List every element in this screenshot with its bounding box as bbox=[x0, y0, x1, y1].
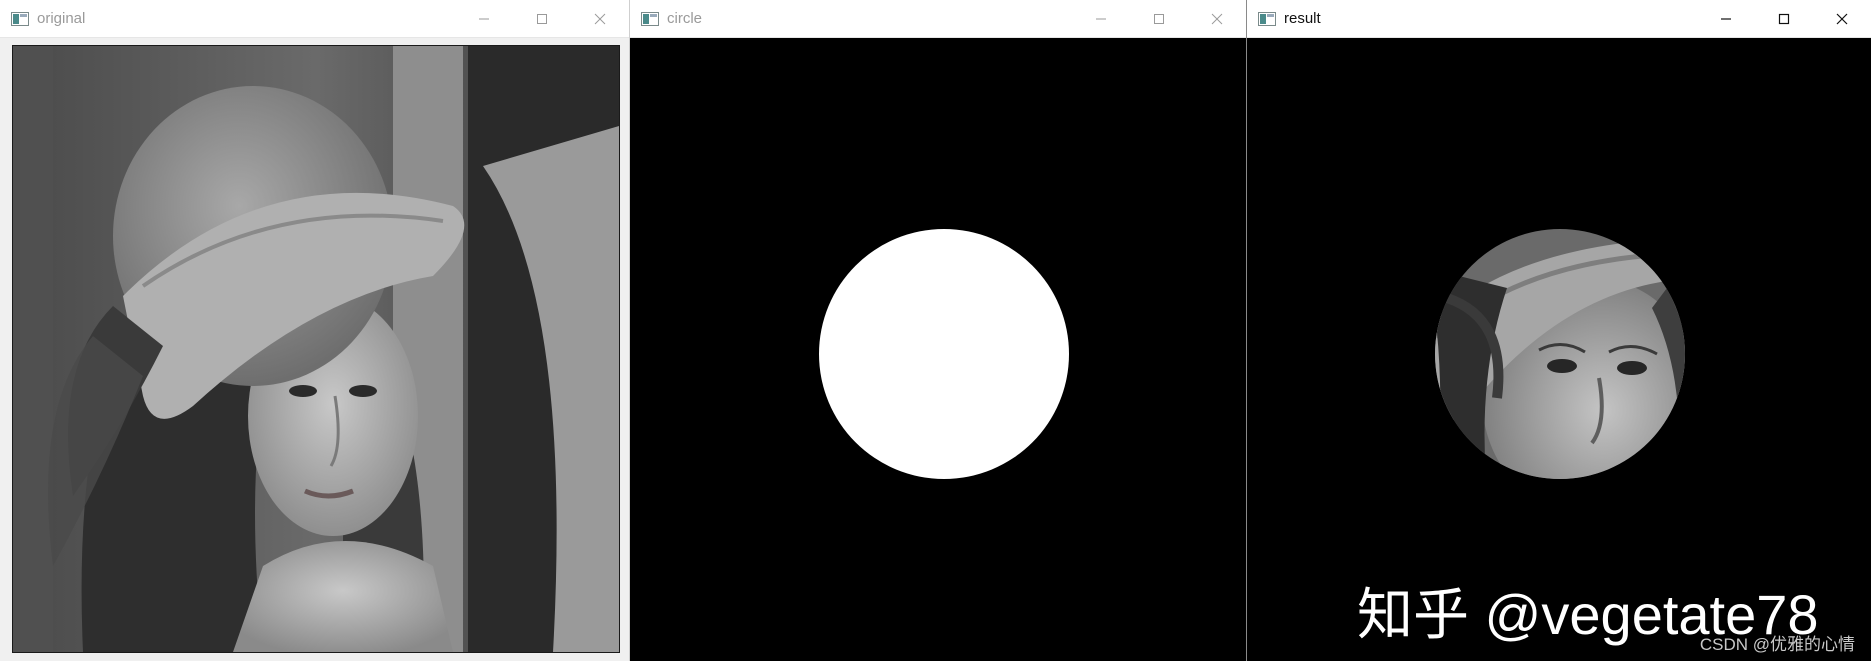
maximize-icon bbox=[1154, 13, 1164, 24]
credit-text: CSDN @优雅的心情 bbox=[1699, 635, 1855, 654]
close-icon bbox=[1836, 13, 1848, 24]
window-client-original bbox=[0, 38, 629, 661]
opencv-window-icon bbox=[11, 11, 29, 26]
original-image bbox=[12, 45, 620, 653]
window-title: result bbox=[1284, 10, 1321, 27]
titlebar-circle[interactable]: circle bbox=[630, 0, 1246, 38]
window-client-result: 知乎 @vegetate78 CSDN @优雅的心情 bbox=[1247, 38, 1871, 661]
maximize-button[interactable] bbox=[1755, 0, 1813, 38]
minimize-icon bbox=[1721, 17, 1731, 20]
masked-result-image bbox=[1247, 38, 1871, 661]
maximize-button[interactable] bbox=[513, 0, 571, 38]
circle-mask-image bbox=[630, 38, 1246, 661]
close-icon bbox=[1211, 13, 1223, 24]
window-circle[interactable]: circle bbox=[630, 0, 1247, 661]
maximize-icon bbox=[537, 13, 547, 24]
window-result[interactable]: result 知乎 @vegetate78 CSDN @优雅的心情 bbox=[1247, 0, 1871, 661]
minimize-button[interactable] bbox=[1072, 0, 1130, 38]
titlebar-original[interactable]: original bbox=[0, 0, 629, 38]
minimize-button[interactable] bbox=[455, 0, 513, 38]
close-button[interactable] bbox=[1188, 0, 1246, 38]
minimize-icon bbox=[1096, 18, 1106, 19]
maximize-icon bbox=[1778, 13, 1790, 24]
window-client-circle bbox=[630, 38, 1246, 661]
titlebar-result[interactable]: result bbox=[1247, 0, 1871, 38]
grayscale-portrait-image bbox=[13, 46, 619, 652]
minimize-icon bbox=[479, 18, 489, 19]
opencv-window-icon bbox=[641, 11, 659, 26]
close-button[interactable] bbox=[571, 0, 629, 38]
white-circle-mask bbox=[819, 229, 1069, 479]
close-icon bbox=[594, 13, 606, 24]
window-title: original bbox=[37, 10, 86, 27]
opencv-window-icon bbox=[1258, 11, 1276, 26]
close-button[interactable] bbox=[1813, 0, 1871, 38]
window-original[interactable]: original bbox=[0, 0, 630, 661]
maximize-button[interactable] bbox=[1130, 0, 1188, 38]
window-title: circle bbox=[667, 10, 703, 27]
minimize-button[interactable] bbox=[1697, 0, 1755, 38]
